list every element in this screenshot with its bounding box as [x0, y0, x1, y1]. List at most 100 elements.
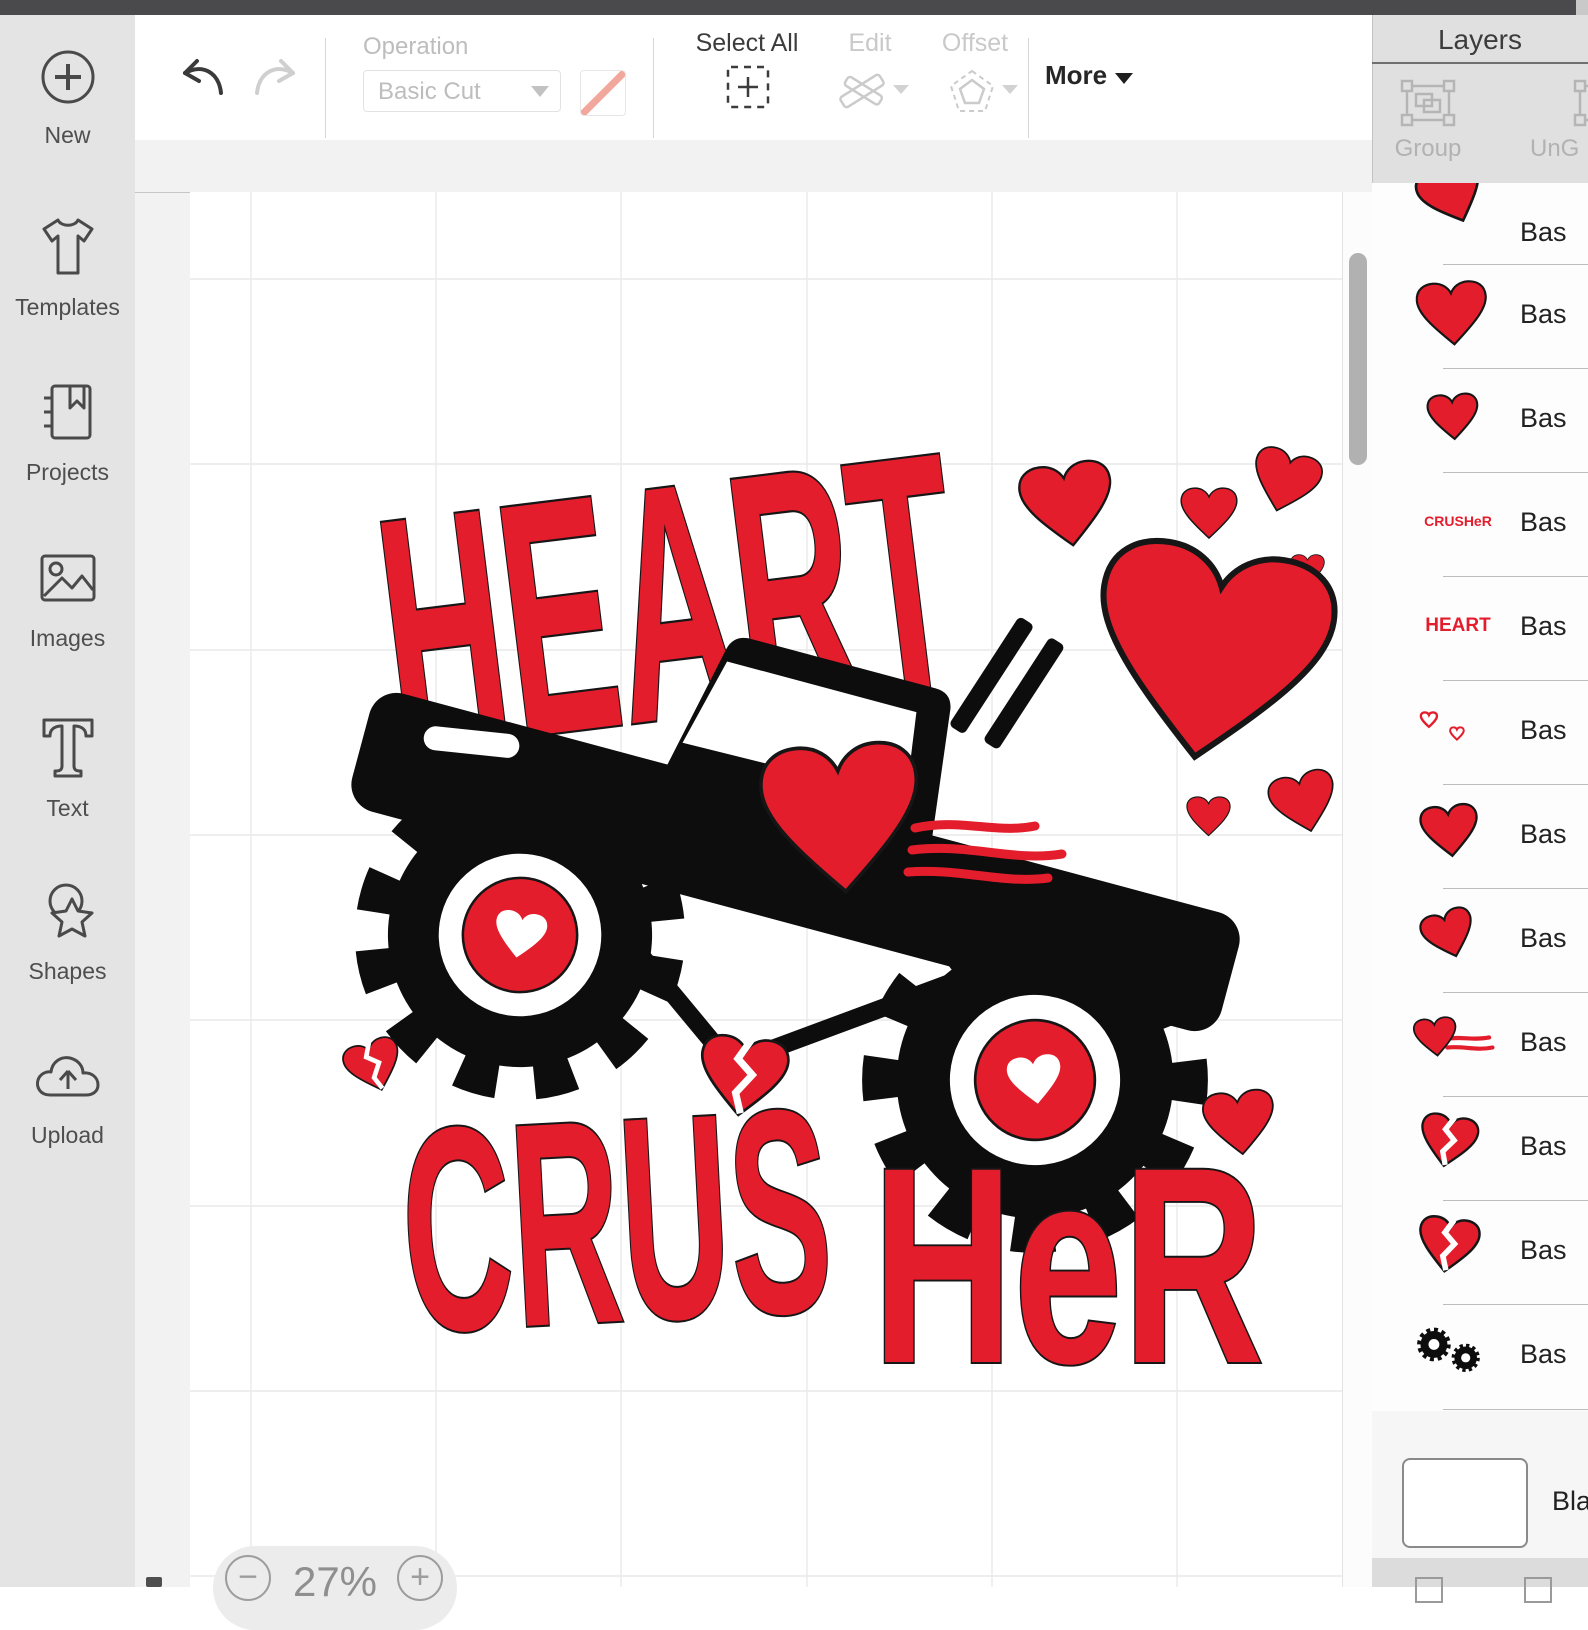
- image-icon: [40, 554, 95, 602]
- no-fill-diagonal: [581, 71, 625, 115]
- toolbar-divider: [325, 38, 326, 138]
- sidebar-item-shapes[interactable]: Shapes: [0, 877, 135, 985]
- sidebar-item-label: New: [44, 122, 91, 148]
- sidebar-item-label: Text: [46, 795, 89, 821]
- edit-button[interactable]: Edit: [835, 29, 909, 109]
- sidebar-item-new[interactable]: New: [0, 45, 135, 149]
- undo-button[interactable]: [175, 51, 231, 107]
- chevron-down-icon: [1002, 85, 1018, 94]
- zoom-out-button[interactable]: −: [225, 1555, 271, 1601]
- sidebar-item-label: Upload: [31, 1122, 104, 1148]
- sidebar-item-upload[interactable]: Upload: [0, 1045, 135, 1149]
- heart-thumb: [1418, 801, 1482, 860]
- big-heart-shape: [1080, 533, 1342, 775]
- top-scroll-corner: [1576, 0, 1588, 15]
- word-crus[interactable]: CRUS: [393, 1047, 841, 1396]
- design-artwork[interactable]: HEART CRUS HeR: [190, 192, 1342, 1587]
- slice-tool-icon[interactable]: [1415, 1577, 1443, 1603]
- offset-pentagon-icon: [949, 69, 995, 112]
- edit-toolbar: Operation Basic Cut Select All Edit Offs…: [135, 15, 1372, 141]
- chevron-down-icon: [531, 86, 549, 97]
- operation-label: Operation: [363, 33, 469, 60]
- canvas-scrollbar-thumb[interactable]: [1349, 253, 1367, 465]
- edit-pencil-ruler-icon: [839, 73, 885, 109]
- group-icon: [1400, 79, 1456, 127]
- chevron-down-icon: [893, 85, 909, 94]
- notebook-icon: [43, 384, 91, 440]
- plus-circle-icon: [41, 50, 94, 104]
- heart-shape: [1264, 765, 1342, 840]
- svg-text:HeR: HeR: [872, 1109, 1264, 1422]
- sidebar-item-label: Images: [29, 625, 106, 651]
- layer-row[interactable]: Bas: [1372, 1305, 1588, 1409]
- os-top-bar: [0, 0, 1588, 15]
- blank-canvas-thumb[interactable]: [1402, 1458, 1528, 1548]
- text-icon: [42, 718, 93, 778]
- sidebar-item-label: Shapes: [28, 958, 107, 984]
- zoom-control: − 27% +: [213, 1546, 457, 1630]
- shapes-icon: [48, 883, 93, 938]
- broken-heart-thumb: [1413, 1213, 1483, 1277]
- layer-row[interactable]: Bas: [1372, 681, 1588, 785]
- crusher-word-thumb: CRUSHeR: [1424, 513, 1492, 529]
- group-label: Group: [1394, 135, 1462, 162]
- canvas-left-margin: [135, 140, 191, 1587]
- heart-shape: [1180, 487, 1238, 539]
- toolbar-divider: [1028, 38, 1029, 138]
- layer-row[interactable]: Bas: [1372, 993, 1588, 1097]
- ungroup-button[interactable]: UnG: [1530, 78, 1588, 163]
- layers-title-rule: [1372, 62, 1588, 64]
- more-label: More: [1045, 60, 1108, 90]
- sidebar-item-images[interactable]: Images: [0, 548, 135, 652]
- color-swatch-button[interactable]: [580, 70, 626, 116]
- layer-row[interactable]: CRUSHeR Bas: [1372, 473, 1588, 577]
- svg-text:CRUS: CRUS: [394, 1049, 838, 1395]
- more-button[interactable]: More: [1045, 60, 1134, 91]
- layer-row[interactable]: Bas: [1372, 785, 1588, 889]
- toolbar-divider: [653, 38, 654, 138]
- heart-thumb: [1416, 903, 1482, 966]
- layer-row[interactable]: Bas: [1372, 369, 1588, 473]
- layers-list: Bas Bas Bas CRUSHeR Bas HEART Bas Bas Ba…: [1372, 183, 1588, 1411]
- sidebar-item-templates[interactable]: Templates: [0, 211, 135, 321]
- layer-row[interactable]: Bas: [1372, 889, 1588, 993]
- upload-cloud-icon: [35, 1056, 99, 1097]
- layer-row[interactable]: HEART Bas: [1372, 577, 1588, 681]
- sidebar-item-label: Projects: [25, 459, 110, 485]
- select-all-icon: [726, 65, 770, 109]
- sidebar-item-projects[interactable]: Projects: [0, 380, 135, 486]
- heart-thumb: [1414, 279, 1491, 348]
- offset-button[interactable]: Offset: [930, 29, 1020, 112]
- ungroup-icon: [1573, 79, 1588, 127]
- sidebar-item-text[interactable]: Text: [0, 712, 135, 822]
- zoom-level: 27%: [292, 1558, 378, 1605]
- heart-thumb: [1412, 183, 1495, 234]
- heart-shape: [1243, 442, 1327, 521]
- gears-thumb: [1412, 1311, 1496, 1403]
- word-her[interactable]: HeR: [870, 1107, 1265, 1423]
- flame-heart-thumb: [1412, 1015, 1495, 1059]
- offset-label: Offset: [941, 29, 1009, 57]
- tshirt-icon: [42, 218, 93, 275]
- zoom-in-button[interactable]: +: [397, 1555, 443, 1601]
- group-button[interactable]: Group: [1388, 78, 1468, 163]
- left-sidebar: New Templates Projects Images Text Shape…: [0, 15, 136, 1587]
- heart-word-thumb: HEART: [1425, 615, 1491, 636]
- heart-shape: [1015, 456, 1120, 553]
- layers-bottom-toolbar: [1372, 1558, 1588, 1603]
- ungroup-label: UnG: [1530, 135, 1580, 162]
- redo-button[interactable]: [247, 51, 303, 107]
- bottom-left-widget: [146, 1577, 162, 1587]
- tiny-hearts-outline-thumb: [1419, 711, 1465, 741]
- layer-row[interactable]: Bas: [1372, 265, 1588, 369]
- layer-row[interactable]: Bas: [1372, 1097, 1588, 1201]
- operation-select[interactable]: Basic Cut: [363, 70, 561, 112]
- layer-row[interactable]: Bas: [1372, 1201, 1588, 1305]
- canvas-top-margin: [135, 140, 1372, 193]
- weld-tool-icon[interactable]: [1524, 1577, 1552, 1603]
- broken-heart-thumb: [1414, 1110, 1482, 1172]
- edit-label: Edit: [848, 29, 892, 57]
- sidebar-item-label: Templates: [15, 294, 120, 320]
- select-all-button[interactable]: Select All: [687, 29, 807, 109]
- front-wheel[interactable]: [357, 772, 682, 1097]
